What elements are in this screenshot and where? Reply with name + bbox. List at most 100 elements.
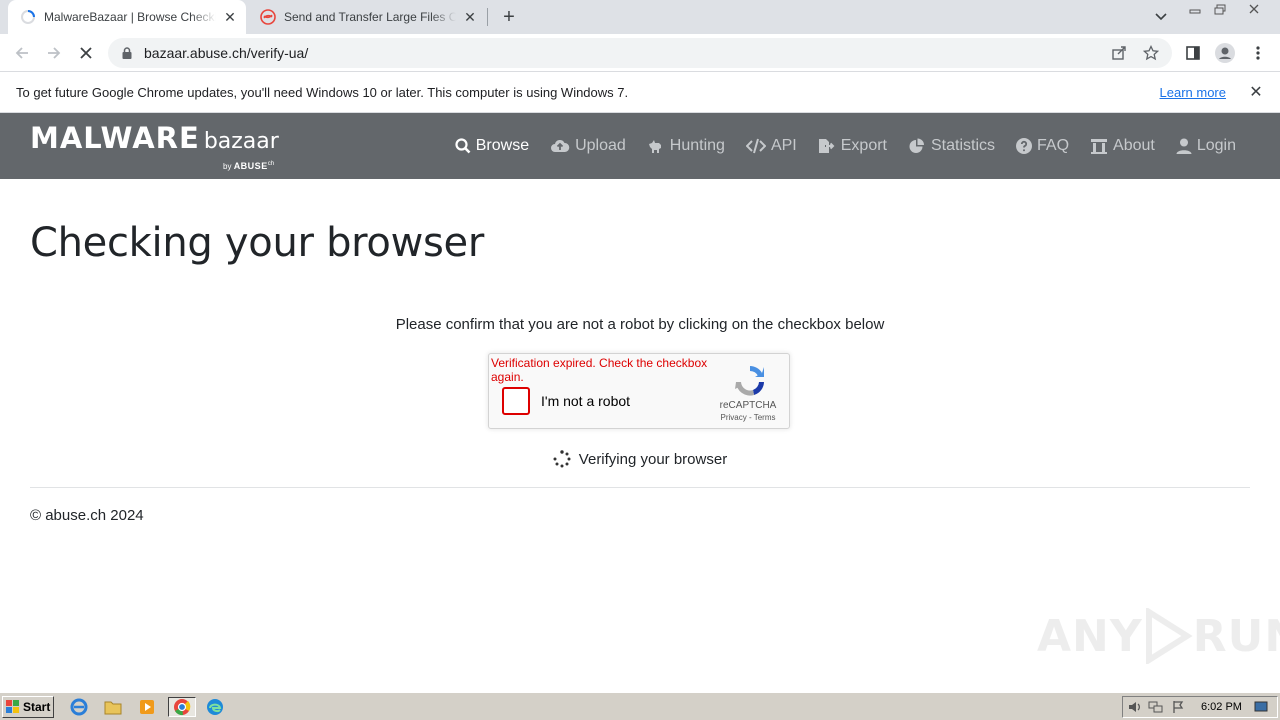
nav-hunting-label: Hunting	[669, 137, 725, 154]
recaptcha-logo-icon	[735, 366, 764, 396]
show-desktop-icon[interactable]	[1250, 698, 1272, 716]
malwarebazaar-logo[interactable]: MALWARE bazaar by ABUSEch	[30, 121, 279, 171]
action-center-flag-icon[interactable]	[1167, 698, 1189, 716]
confirm-instruction: Please confirm that you are not a robot …	[395, 316, 885, 333]
nav-login[interactable]: Login	[1176, 137, 1236, 155]
internet-explorer-icon[interactable]	[68, 697, 90, 717]
url-text[interactable]: bazaar.abuse.ch/verify-ua/	[144, 45, 1108, 61]
transfer-site-icon	[260, 9, 276, 25]
nav-browse-label: Browse	[475, 137, 530, 154]
network-icon[interactable]	[1145, 698, 1167, 716]
nav-about[interactable]: About	[1090, 137, 1155, 155]
tab-malwarebazaar[interactable]: MalwareBazaar | Browse Checking y ✕	[8, 0, 246, 34]
recaptcha-error: Verification expired. Check the checkbox…	[491, 356, 708, 384]
verifying-status: Verifying your browser	[0, 450, 1280, 468]
logo-malware: MALWARE	[30, 121, 200, 155]
main-nav: Browse Upload Hunting API Export Statist…	[434, 113, 1236, 179]
windows-logo-icon	[6, 700, 19, 713]
volume-icon[interactable]	[1123, 698, 1145, 716]
search-icon	[455, 138, 471, 154]
footer-divider	[30, 487, 1250, 488]
start-label: Start	[23, 700, 51, 714]
code-icon	[745, 138, 766, 154]
new-tab-button[interactable]: +	[498, 6, 520, 28]
minimize-window-icon[interactable]	[1183, 0, 1207, 18]
tab-title: Send and Transfer Large Files Online	[284, 10, 456, 24]
nav-browse[interactable]: Browse	[455, 137, 529, 155]
tab-strip: MalwareBazaar | Browse Checking y ✕ Send…	[0, 0, 1280, 34]
anyrun-watermark: ANY RUN	[1037, 608, 1280, 664]
nav-login-label: Login	[1196, 137, 1236, 154]
dog-icon	[648, 140, 661, 153]
nav-faq[interactable]: FAQ	[1016, 137, 1069, 155]
user-icon	[1176, 138, 1192, 154]
tab-title: MalwareBazaar | Browse Checking y	[44, 10, 216, 24]
lock-icon[interactable]	[120, 46, 134, 60]
play-icon	[1145, 608, 1193, 664]
nav-faq-label: FAQ	[1037, 137, 1070, 154]
nav-api-label: API	[770, 137, 797, 154]
logo-org: ABUSE	[233, 161, 268, 171]
taskbar-clock[interactable]: 6:02 PM	[1201, 701, 1242, 713]
nav-export[interactable]: Export	[818, 137, 887, 155]
update-infobar: To get future Google Chrome updates, you…	[0, 72, 1280, 113]
footer-copyright: © abuse.ch 2024	[30, 507, 144, 524]
edge-icon[interactable]	[204, 697, 226, 717]
nav-about-label: About	[1113, 137, 1155, 154]
tab-divider	[487, 8, 488, 26]
menu-kebab-icon[interactable]	[1247, 42, 1269, 64]
building-icon	[1091, 139, 1108, 154]
start-button[interactable]: Start	[2, 696, 54, 718]
address-bar[interactable]: bazaar.abuse.ch/verify-ua/	[108, 38, 1172, 68]
close-tab-icon[interactable]: ✕	[222, 9, 238, 25]
close-infobar-icon[interactable]: ✕	[1248, 84, 1264, 101]
verifying-text: Verifying your browser	[578, 450, 728, 468]
close-tab-icon[interactable]: ✕	[462, 9, 478, 25]
learn-more-link[interactable]: Learn more	[1160, 85, 1226, 100]
back-arrow-icon[interactable]	[11, 42, 33, 64]
nav-statistics[interactable]: Statistics	[908, 137, 995, 155]
page-title: Checking your browser	[30, 220, 485, 266]
profile-avatar-icon[interactable]	[1214, 42, 1236, 64]
side-panel-icon[interactable]	[1182, 42, 1204, 64]
nav-upload[interactable]: Upload	[550, 137, 626, 155]
chrome-taskbar-icon[interactable]	[168, 697, 196, 717]
recaptcha-brand: reCAPTCHA	[719, 400, 777, 411]
browser-toolbar: bazaar.abuse.ch/verify-ua/	[0, 34, 1280, 72]
share-icon[interactable]	[1108, 42, 1130, 64]
pie-chart-icon	[909, 138, 924, 153]
recaptcha-label: I'm not a robot	[541, 393, 631, 409]
watermark-run: RUN	[1192, 610, 1280, 662]
recaptcha-checkbox[interactable]	[502, 387, 530, 415]
infobar-message: To get future Google Chrome updates, you…	[16, 84, 629, 100]
system-tray: 6:02 PM	[1122, 696, 1278, 718]
site-navbar: MALWARE bazaar by ABUSEch Browse Upload H…	[0, 113, 1280, 179]
nav-hunting[interactable]: Hunting	[647, 137, 725, 155]
windows-taskbar: Start 6:02 PM	[0, 692, 1280, 720]
logo-bazaar: bazaar	[203, 129, 279, 154]
nav-export-label: Export	[840, 137, 887, 154]
file-explorer-icon[interactable]	[102, 697, 124, 717]
nav-statistics-label: Statistics	[931, 137, 996, 154]
logo-byline: by ABUSEch	[223, 161, 274, 171]
file-export-icon	[818, 139, 835, 153]
bookmark-star-icon[interactable]	[1140, 42, 1162, 64]
recaptcha-widget: Verification expired. Check the checkbox…	[488, 353, 790, 429]
recaptcha-privacy-terms[interactable]: Privacy - Terms	[711, 413, 785, 422]
logo-org-suffix: ch	[267, 161, 275, 167]
restore-window-icon[interactable]	[1208, 0, 1232, 18]
logo-by: by	[223, 162, 232, 171]
watermark-any: ANY	[1037, 610, 1143, 662]
forward-arrow-icon[interactable]	[43, 42, 65, 64]
tab-send-transfer[interactable]: Send and Transfer Large Files Online ✕	[248, 0, 486, 34]
media-player-icon[interactable]	[136, 697, 158, 717]
nav-upload-label: Upload	[575, 137, 626, 154]
loading-spinner-icon	[21, 10, 35, 24]
close-window-icon[interactable]	[1236, 0, 1272, 18]
spinner-icon	[553, 450, 571, 468]
stop-loading-icon[interactable]	[75, 42, 97, 64]
tab-search-chevron-icon[interactable]	[1150, 6, 1172, 28]
question-circle-icon	[1016, 138, 1033, 154]
cloud-upload-icon	[551, 139, 570, 152]
nav-api[interactable]: API	[745, 137, 797, 155]
